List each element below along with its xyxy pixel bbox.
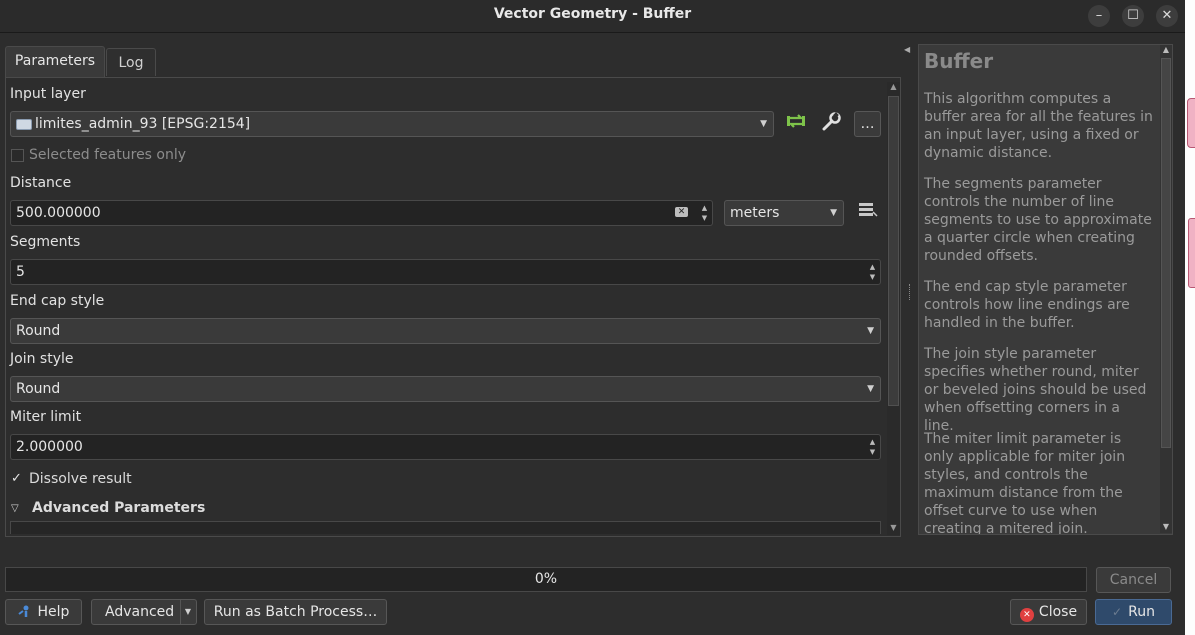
help-icon	[17, 602, 32, 617]
run-batch-button[interactable]: Run as Batch Process…	[204, 599, 387, 625]
selected-features-label: Selected features only	[29, 147, 187, 163]
distance-unit-combo[interactable]: meters ▼	[724, 200, 844, 226]
distance-label: Distance	[10, 175, 72, 191]
input-layer-label: Input layer	[10, 86, 86, 102]
segments-value: 5	[16, 264, 25, 280]
help-paragraph: The miter limit parameter is only applic…	[924, 431, 1126, 535]
input-layer-value: limites_admin_93 [EPSG:2154]	[35, 116, 251, 132]
miter-limit-input[interactable]: 2.000000 ▲ ▼	[10, 434, 881, 460]
progress-bar: 0%	[5, 567, 1087, 592]
scroll-down-icon[interactable]: ▼	[1160, 522, 1172, 531]
chevron-down-icon: ▼	[179, 600, 191, 624]
join-style-combo[interactable]: Round ▼	[10, 376, 881, 402]
close-button-label: Close	[1038, 604, 1078, 620]
close-circle-icon: ✕	[1019, 608, 1034, 622]
selected-features-checkbox[interactable]	[11, 149, 24, 162]
help-paragraph: The join style parameter specifies wheth…	[924, 346, 1147, 434]
window-title: Vector Geometry - Buffer	[493, 6, 692, 22]
chevron-down-icon: ▼	[867, 326, 874, 336]
help-button-label: Help	[37, 604, 70, 620]
data-defined-override-icon[interactable]	[853, 200, 881, 226]
help-paragraph: The end cap style parameter controls how…	[924, 279, 1130, 331]
help-title: Buffer	[924, 49, 994, 73]
check-icon: ✓	[1112, 605, 1123, 619]
tab-parameters[interactable]: Parameters	[5, 46, 105, 78]
tab-log[interactable]: Log	[106, 48, 156, 76]
parameters-scroll-thumb[interactable]	[888, 96, 899, 406]
dissolve-checkbox[interactable]: ✓	[11, 471, 22, 486]
input-layer-combo[interactable]: limites_admin_93 [EPSG:2154] ▼	[10, 111, 774, 137]
help-paragraph: The segments parameter controls the numb…	[924, 176, 1152, 264]
miter-limit-value: 2.000000	[16, 439, 83, 455]
chevron-down-icon: ▼	[867, 384, 874, 394]
end-cap-value: Round	[16, 323, 61, 339]
join-style-value: Round	[16, 381, 61, 397]
miter-limit-label: Miter limit	[10, 409, 82, 425]
close-button[interactable]: ✕ Close	[1010, 599, 1087, 625]
help-scroll-thumb[interactable]	[1161, 58, 1171, 448]
advanced-button-label: Advanced	[105, 604, 175, 620]
end-cap-combo[interactable]: Round ▼	[10, 318, 881, 344]
map-canvas-edge	[1185, 0, 1195, 635]
spinbox-arrows-icon[interactable]: ▲ ▼	[699, 203, 710, 223]
help-button[interactable]: Help	[5, 599, 82, 625]
clear-icon[interactable]: ✕	[675, 207, 688, 217]
iterate-features-icon[interactable]	[782, 111, 810, 137]
parameters-panel	[5, 77, 901, 537]
advanced-parameters-group	[10, 521, 881, 534]
join-style-label: Join style	[10, 351, 74, 367]
advanced-menu-button[interactable]: Advanced ▼	[91, 599, 197, 625]
minimize-button[interactable]: –	[1088, 5, 1110, 27]
cancel-button[interactable]: Cancel	[1096, 567, 1171, 593]
polygon-layer-icon	[16, 119, 32, 130]
chevron-down-icon: ▼	[760, 119, 767, 129]
collapse-triangle-icon[interactable]: ▽	[11, 503, 19, 514]
end-cap-label: End cap style	[10, 293, 105, 309]
advanced-parameters-header[interactable]: Advanced Parameters	[32, 500, 205, 516]
scroll-down-icon[interactable]: ▼	[887, 523, 900, 532]
distance-unit-value: meters	[730, 205, 780, 221]
dissolve-label: Dissolve result	[29, 471, 132, 487]
maximize-button[interactable]: ☐	[1122, 5, 1144, 27]
distance-value: 500.000000	[16, 205, 101, 221]
more-options-button[interactable]: …	[854, 111, 881, 137]
map-feature	[1188, 218, 1195, 288]
spinbox-arrows-icon[interactable]: ▲ ▼	[867, 437, 878, 457]
run-button[interactable]: ✓ Run	[1095, 599, 1172, 625]
segments-label: Segments	[10, 234, 81, 250]
wrench-icon[interactable]	[817, 111, 845, 137]
collapse-help-icon[interactable]: ◀	[904, 45, 910, 54]
splitter-handle[interactable]	[909, 284, 913, 300]
segments-input[interactable]: 5 ▲ ▼	[10, 259, 881, 285]
chevron-down-icon: ▼	[830, 208, 837, 218]
run-button-label: Run	[1128, 604, 1155, 620]
map-feature	[1187, 98, 1195, 148]
close-window-button[interactable]: ✕	[1156, 5, 1178, 27]
distance-input[interactable]: 500.000000 ✕ ▲ ▼	[10, 200, 713, 226]
help-panel: Buffer This algorithm computes a buffer …	[918, 44, 1173, 535]
spinbox-arrows-icon[interactable]: ▲ ▼	[867, 262, 878, 282]
help-paragraph: This algorithm computes a buffer area fo…	[924, 91, 1153, 161]
